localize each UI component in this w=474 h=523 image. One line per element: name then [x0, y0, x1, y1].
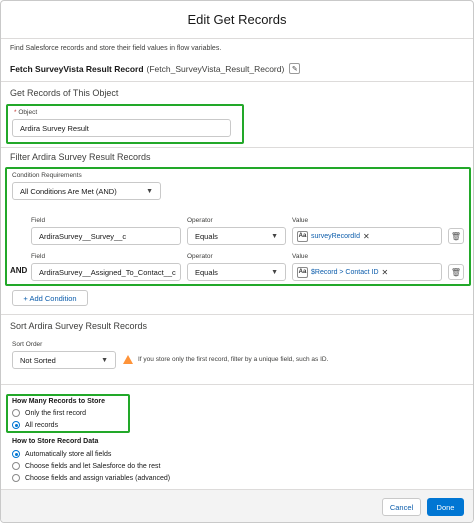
filter-field-input[interactable]: ArdiraSurvey__Assigned_To_Contact__c: [31, 263, 181, 281]
edit-pencil-icon[interactable]: ✎: [289, 63, 301, 74]
chevron-down-icon: ▼: [101, 356, 108, 364]
value-label: Value: [292, 217, 309, 224]
radio-button[interactable]: [12, 462, 20, 470]
radio-choose-fields-assign-variables[interactable]: Choose fields and assign variables (adva…: [12, 474, 170, 482]
radio-button-selected[interactable]: [12, 421, 20, 429]
condition-requirements-value: All Conditions Are Met (AND): [20, 186, 117, 196]
modal-description: Find Salesforce records and store their …: [10, 45, 222, 52]
sort-warning: If you store only the first record, filt…: [123, 355, 328, 364]
chevron-down-icon: ▼: [271, 232, 278, 240]
filter-value-text: $Record > Contact ID: [311, 268, 379, 276]
store-data-title: How to Store Record Data: [12, 438, 99, 445]
sort-order-value: Not Sorted: [20, 355, 56, 365]
delete-condition-button[interactable]: 🗑: [448, 264, 464, 280]
add-condition-button[interactable]: + Add Condition: [12, 290, 88, 306]
field-label: Field: [31, 253, 46, 260]
cancel-button[interactable]: Cancel: [382, 498, 421, 516]
radio-label: All records: [25, 421, 59, 429]
value-pill: Aa surveyRecordId ✕: [297, 230, 370, 242]
text-resource-icon: Aa: [297, 266, 308, 278]
sort-order-label: Sort Order: [12, 341, 43, 348]
filter-field-value: ArdiraSurvey__Survey__c: [39, 231, 127, 241]
filter-section-title: Filter Ardira Survey Result Records: [10, 152, 151, 162]
trash-icon: 🗑: [450, 231, 462, 241]
divider: [1, 81, 473, 82]
element-label: Fetch SurveyVista Result Record: [10, 63, 144, 74]
text-resource-icon: Aa: [297, 230, 308, 242]
filter-value-input[interactable]: Aa surveyRecordId ✕: [292, 227, 442, 245]
sort-section-title: Sort Ardira Survey Result Records: [10, 321, 148, 331]
radio-auto-store-all-fields[interactable]: Automatically store all fields: [12, 450, 111, 458]
radio-label: Choose fields and assign variables (adva…: [25, 474, 171, 482]
radio-only-first-record[interactable]: Only the first record: [12, 409, 86, 417]
radio-all-records[interactable]: All records: [12, 421, 58, 429]
radio-choose-fields-salesforce[interactable]: Choose fields and let Salesforce do the …: [12, 462, 160, 470]
operator-label: Operator: [187, 217, 213, 224]
sort-order-select[interactable]: Not Sorted ▼: [12, 351, 116, 369]
radio-button-selected[interactable]: [12, 450, 20, 458]
object-label: * Object: [14, 109, 38, 116]
element-name: Fetch SurveyVista Result Record (Fetch_S…: [10, 63, 301, 74]
condition-requirements-select[interactable]: All Conditions Are Met (AND) ▼: [12, 182, 161, 200]
value-pill: Aa $Record > Contact ID ✕: [297, 266, 389, 278]
filter-field-input[interactable]: ArdiraSurvey__Survey__c: [31, 227, 181, 245]
edit-get-records-modal: Edit Get Records Find Salesforce records…: [0, 0, 474, 523]
element-api-name: (Fetch_SurveyVista_Result_Record): [146, 63, 285, 74]
and-prefix-label: AND: [10, 266, 28, 275]
divider: [1, 147, 473, 148]
get-records-section-title: Get Records of This Object: [10, 88, 119, 98]
condition-requirements-label: Condition Requirements: [12, 172, 82, 179]
done-button[interactable]: Done: [427, 498, 464, 516]
object-input-value: Ardira Survey Result: [20, 123, 89, 133]
filter-value-text: surveyRecordId: [311, 232, 361, 240]
filter-value-input[interactable]: Aa $Record > Contact ID ✕: [292, 263, 442, 281]
radio-button[interactable]: [12, 474, 20, 482]
filter-operator-select[interactable]: Equals ▼: [187, 263, 286, 281]
chevron-down-icon: ▼: [146, 187, 153, 195]
filter-operator-value: Equals: [195, 231, 218, 241]
warning-icon: [123, 355, 133, 364]
modal-footer: Cancel Done: [1, 489, 473, 522]
modal-header: Edit Get Records: [1, 1, 473, 39]
modal-title: Edit Get Records: [187, 12, 287, 27]
filter-operator-value: Equals: [195, 267, 218, 277]
records-to-store-title: How Many Records to Store: [12, 398, 105, 405]
filter-field-value: ArdiraSurvey__Assigned_To_Contact__c: [39, 267, 176, 277]
radio-label: Only the first record: [25, 409, 87, 417]
trash-icon: 🗑: [450, 267, 462, 277]
object-input[interactable]: Ardira Survey Result: [12, 119, 231, 137]
chevron-down-icon: ▼: [271, 268, 278, 276]
operator-label: Operator: [187, 253, 213, 260]
radio-label: Choose fields and let Salesforce do the …: [25, 462, 161, 470]
divider: [1, 384, 473, 385]
remove-pill-icon[interactable]: ✕: [382, 268, 389, 277]
field-label: Field: [31, 217, 46, 224]
sort-warning-text: If you store only the first record, filt…: [138, 356, 329, 363]
value-label: Value: [292, 253, 309, 260]
divider: [1, 314, 473, 315]
radio-label: Automatically store all fields: [25, 450, 112, 458]
filter-operator-select[interactable]: Equals ▼: [187, 227, 286, 245]
delete-condition-button[interactable]: 🗑: [448, 228, 464, 244]
remove-pill-icon[interactable]: ✕: [363, 232, 370, 241]
radio-button[interactable]: [12, 409, 20, 417]
